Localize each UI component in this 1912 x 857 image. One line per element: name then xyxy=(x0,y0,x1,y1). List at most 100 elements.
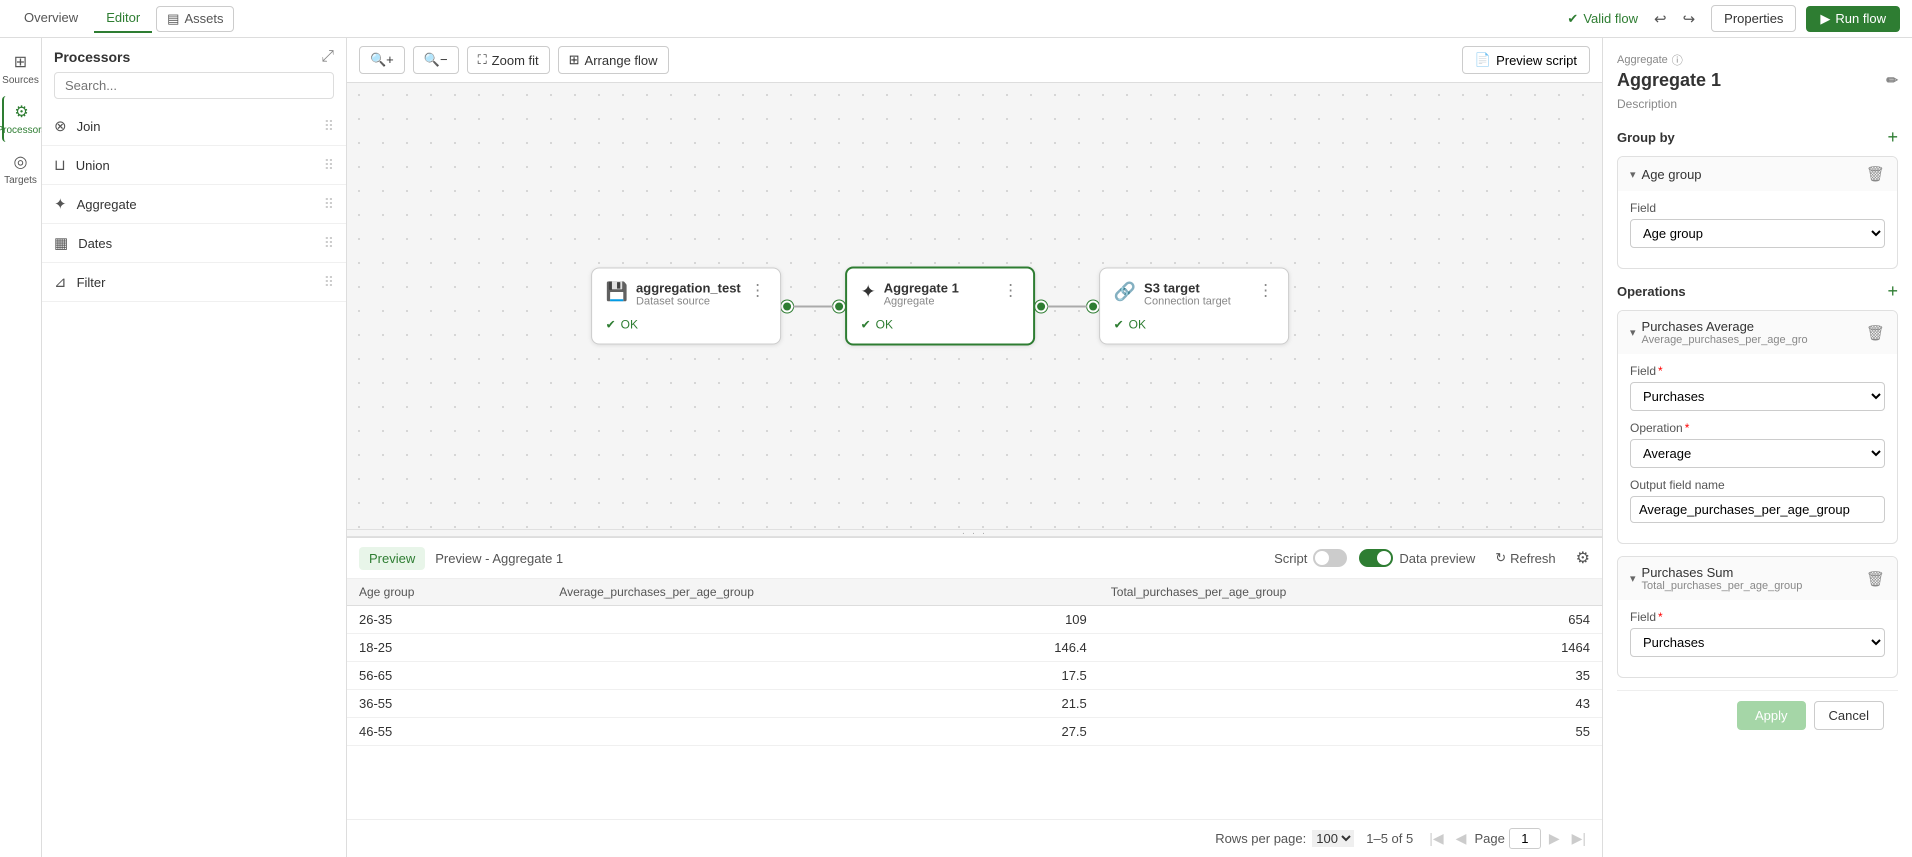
play-icon: ▶ xyxy=(1820,11,1830,27)
processor-item-union[interactable]: ⊔ Union ⠿ xyxy=(42,146,346,185)
table-header: Age group Average_purchases_per_age_grou… xyxy=(347,579,1602,606)
processor-item-dates[interactable]: ▦ Dates ⠿ xyxy=(42,224,346,263)
data-preview-toggle-knob xyxy=(1377,551,1391,565)
flow-canvas[interactable]: 💾 aggregation_test Dataset source ⋮ ✔ OK xyxy=(347,83,1602,529)
output-field-name-input-op1[interactable] xyxy=(1630,496,1885,523)
delete-operation-sum-button[interactable]: 🗑 xyxy=(1866,570,1885,588)
right-panel: Aggregate ⓘ Aggregate 1 ✏ Description Gr… xyxy=(1602,38,1912,857)
drag-handle-union[interactable]: ⠿ xyxy=(324,157,334,174)
prev-page-button[interactable]: ◀ xyxy=(1452,828,1471,849)
first-page-button[interactable]: |◀ xyxy=(1425,828,1447,849)
drag-handle-dates[interactable]: ⠿ xyxy=(324,235,334,252)
chevron-icon-op2: ▾ xyxy=(1630,572,1636,585)
zoom-out-button[interactable]: 🔍− xyxy=(413,46,459,74)
cancel-button[interactable]: Cancel xyxy=(1814,701,1884,730)
drag-handle-join[interactable]: ⠿ xyxy=(324,118,334,135)
join-icon: ⊗ xyxy=(54,117,67,135)
sidebar-item-targets[interactable]: ◎ Targets xyxy=(2,146,40,192)
s3-target-icon: 🔗 xyxy=(1114,282,1136,303)
aggregate-node-menu[interactable]: ⋮ xyxy=(1003,281,1019,301)
apply-button[interactable]: Apply xyxy=(1737,701,1806,730)
properties-button[interactable]: Properties xyxy=(1711,5,1796,32)
age-group-collapse-body: Field Age group Age Group xyxy=(1618,191,1897,268)
add-group-by-button[interactable]: + xyxy=(1887,127,1898,148)
add-operation-button[interactable]: + xyxy=(1887,281,1898,302)
drag-handle-aggregate[interactable]: ⠿ xyxy=(324,196,334,213)
preview-label: Preview - Aggregate 1 xyxy=(435,551,563,566)
aggregate-section-label: Aggregate ⓘ xyxy=(1617,52,1898,68)
flow-nodes-container: 💾 aggregation_test Dataset source ⋮ ✔ OK xyxy=(591,267,1289,346)
close-processors-button[interactable]: ⤢ xyxy=(321,48,334,66)
fit-icon: ⛶ xyxy=(478,52,487,68)
processors-search-input[interactable] xyxy=(54,72,334,99)
cell-age-group: 18-25 xyxy=(347,634,547,662)
cell-total: 55 xyxy=(1099,718,1602,746)
redo-button[interactable]: ↪ xyxy=(1677,6,1702,32)
pagination-info: 1–5 of 5 xyxy=(1366,831,1413,846)
chevron-icon-op1: ▾ xyxy=(1630,326,1636,339)
operation-avg-header[interactable]: ▾ Purchases Average Average_purchases_pe… xyxy=(1618,311,1897,354)
operation-avg-body: Field Purchases Operation Average Sum Co… xyxy=(1618,354,1897,543)
col-header-total: Total_purchases_per_age_group xyxy=(1099,579,1602,606)
canvas-toolbar: 🔍+ 🔍− ⛶ Zoom fit ⊞ Arrange flow 📄 Previe… xyxy=(347,38,1602,83)
operations-header: Operations + xyxy=(1617,281,1898,302)
operation-sum-field-select[interactable]: Purchases xyxy=(1630,628,1885,657)
refresh-button[interactable]: ↻ Refresh xyxy=(1487,546,1563,570)
edit-title-icon[interactable]: ✏ xyxy=(1886,72,1898,89)
undo-button[interactable]: ↩ xyxy=(1648,6,1673,32)
zoom-in-button[interactable]: 🔍+ xyxy=(359,46,405,74)
table-footer: Rows per page: 100 50 25 1–5 of 5 |◀ ◀ P… xyxy=(347,819,1602,857)
sidebar-item-sources[interactable]: ⊞ Sources xyxy=(2,46,40,92)
cell-avg: 146.4 xyxy=(547,634,1099,662)
flow-node-source[interactable]: 💾 aggregation_test Dataset source ⋮ ✔ OK xyxy=(591,268,781,345)
sidebar-item-processors[interactable]: ⚙ Processors xyxy=(2,96,40,142)
data-preview-toggle-group: Data preview xyxy=(1359,549,1475,567)
toggle-knob xyxy=(1315,551,1329,565)
data-preview-toggle-switch[interactable] xyxy=(1359,549,1393,567)
target-node-menu[interactable]: ⋮ xyxy=(1258,281,1274,301)
drag-handle-filter[interactable]: ⠿ xyxy=(324,274,334,291)
processor-item-aggregate[interactable]: ✦ Aggregate ⠿ xyxy=(42,185,346,224)
processor-item-filter[interactable]: ⊿ Filter ⠿ xyxy=(42,263,346,302)
cell-age-group: 56-65 xyxy=(347,662,547,690)
age-group-collapse-header[interactable]: ▾ Age group 🗑 xyxy=(1618,157,1897,191)
delete-operation-avg-button[interactable]: 🗑 xyxy=(1866,324,1885,342)
table-row: 18-25 146.4 1464 xyxy=(347,634,1602,662)
zoom-fit-button[interactable]: ⛶ Zoom fit xyxy=(467,46,550,74)
processor-list: ⊗ Join ⠿ ⊔ Union ⠿ ✦ Aggregate ⠿ xyxy=(42,107,346,857)
top-nav: Overview Editor ▤ Assets ✔ Valid flow ↩ … xyxy=(0,0,1912,38)
cell-avg: 17.5 xyxy=(547,662,1099,690)
undo-redo-group: ↩ ↪ xyxy=(1648,6,1701,32)
processor-item-join[interactable]: ⊗ Join ⠿ xyxy=(42,107,346,146)
arrange-flow-button[interactable]: ⊞ Arrange flow xyxy=(558,46,669,74)
flow-node-target[interactable]: 🔗 S3 target Connection target ⋮ ✔ OK xyxy=(1099,268,1289,345)
tab-overview[interactable]: Overview xyxy=(12,4,90,33)
preview-divider[interactable]: · · · xyxy=(347,529,1602,537)
preview-settings-button[interactable]: ⚙ xyxy=(1576,548,1590,568)
operation-avg-operation-select[interactable]: Average Sum Count xyxy=(1630,439,1885,468)
preview-section: Preview Preview - Aggregate 1 Script Dat… xyxy=(347,537,1602,857)
run-flow-button[interactable]: ▶ Run flow xyxy=(1806,6,1900,32)
operation-sum-header[interactable]: ▾ Purchases Sum Total_purchases_per_age_… xyxy=(1618,557,1897,600)
assets-button[interactable]: ▤ Assets xyxy=(156,6,234,32)
cell-total: 1464 xyxy=(1099,634,1602,662)
data-table-container: Age group Average_purchases_per_age_grou… xyxy=(347,579,1602,819)
age-group-field-select[interactable]: Age group Age Group xyxy=(1630,219,1885,248)
delete-group-by-button[interactable]: 🗑 xyxy=(1866,165,1885,183)
page-number-input[interactable] xyxy=(1509,828,1541,849)
script-toggle-switch[interactable] xyxy=(1313,549,1347,567)
flow-node-aggregate[interactable]: ✦ Aggregate 1 Aggregate ⋮ ✔ OK xyxy=(845,267,1035,346)
last-page-button[interactable]: ▶| xyxy=(1568,828,1590,849)
targets-icon: ◎ xyxy=(14,152,28,172)
operation-avg-field-select[interactable]: Purchases xyxy=(1630,382,1885,411)
canvas-with-preview: 🔍+ 🔍− ⛶ Zoom fit ⊞ Arrange flow 📄 Previe… xyxy=(347,38,1602,857)
preview-tab[interactable]: Preview xyxy=(359,547,425,570)
preview-header: Preview Preview - Aggregate 1 Script Dat… xyxy=(347,538,1602,579)
preview-script-button[interactable]: 📄 Preview script xyxy=(1462,46,1590,74)
rows-per-page-select[interactable]: 100 50 25 xyxy=(1312,830,1354,847)
aggregate-title: Aggregate 1 ✏ xyxy=(1617,70,1898,91)
source-node-menu[interactable]: ⋮ xyxy=(750,281,766,301)
next-page-button[interactable]: ▶ xyxy=(1545,828,1564,849)
tab-editor[interactable]: Editor xyxy=(94,4,152,33)
connector-dot-left2 xyxy=(1035,300,1047,312)
